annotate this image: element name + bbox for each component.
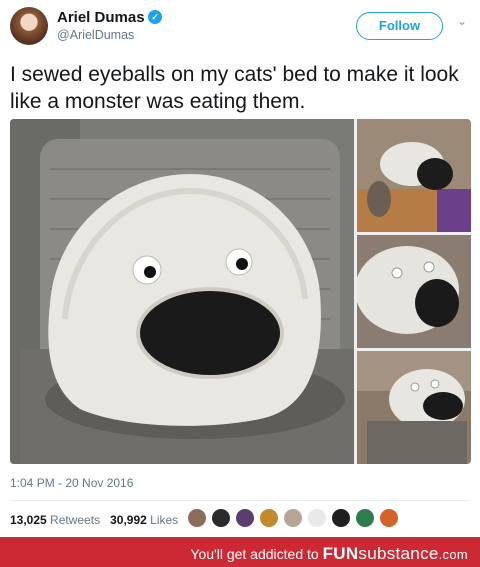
tweet-text: I sewed eyeballs on my cats' bed to make… [10, 63, 459, 113]
retweets-stat[interactable]: 13,025 Retweets [10, 513, 100, 527]
likes-stat[interactable]: 30,992 Likes [110, 513, 178, 527]
site-footer-banner: You'll get addicted to FUNsubstance.com [0, 537, 480, 567]
liker-avatar[interactable] [283, 508, 303, 528]
likes-count: 30,992 [110, 513, 147, 527]
tweet-stats: 13,025 Retweets 30,992 Likes [10, 513, 178, 527]
avatar[interactable] [10, 7, 48, 45]
liker-avatar[interactable] [307, 508, 327, 528]
liker-avatar[interactable] [259, 508, 279, 528]
display-name[interactable]: Ariel Dumas [57, 9, 145, 26]
brand-light: substance [358, 544, 439, 563]
liker-avatar[interactable] [235, 508, 255, 528]
side-photo-1[interactable] [357, 119, 471, 232]
footer-tagline: You'll get addicted to [190, 546, 319, 562]
verified-badge-icon: ✓ [148, 10, 162, 24]
user-handle[interactable]: @ArielDumas [57, 28, 134, 42]
brand-strong: FUN [322, 544, 359, 563]
divider [10, 500, 470, 501]
likes-label: Likes [150, 513, 179, 527]
liker-avatar[interactable] [187, 508, 207, 528]
tweet-card: Ariel Dumas ✓ @ArielDumas Follow ⌄ I sew… [0, 0, 480, 537]
retweets-label: Retweets [50, 513, 101, 527]
follow-button[interactable]: Follow [356, 12, 443, 40]
media-grid [10, 119, 471, 464]
liker-avatar[interactable] [331, 508, 351, 528]
liker-avatar[interactable] [211, 508, 231, 528]
liker-avatar[interactable] [379, 508, 399, 528]
tweet-timestamp[interactable]: 1:04 PM - 20 Nov 2016 [10, 476, 133, 490]
main-photo[interactable] [10, 119, 354, 464]
brand-tld: .com [438, 547, 468, 562]
liker-avatar[interactable] [355, 508, 375, 528]
site-logo[interactable]: FUNsubstance.com [323, 544, 468, 563]
footer-text: You'll get addicted to FUNsubstance.com [190, 544, 468, 564]
side-photo-2[interactable] [357, 235, 471, 348]
chevron-down-icon[interactable]: ⌄ [454, 14, 470, 30]
side-photo-3[interactable] [357, 351, 471, 464]
retweets-count: 13,025 [10, 513, 47, 527]
